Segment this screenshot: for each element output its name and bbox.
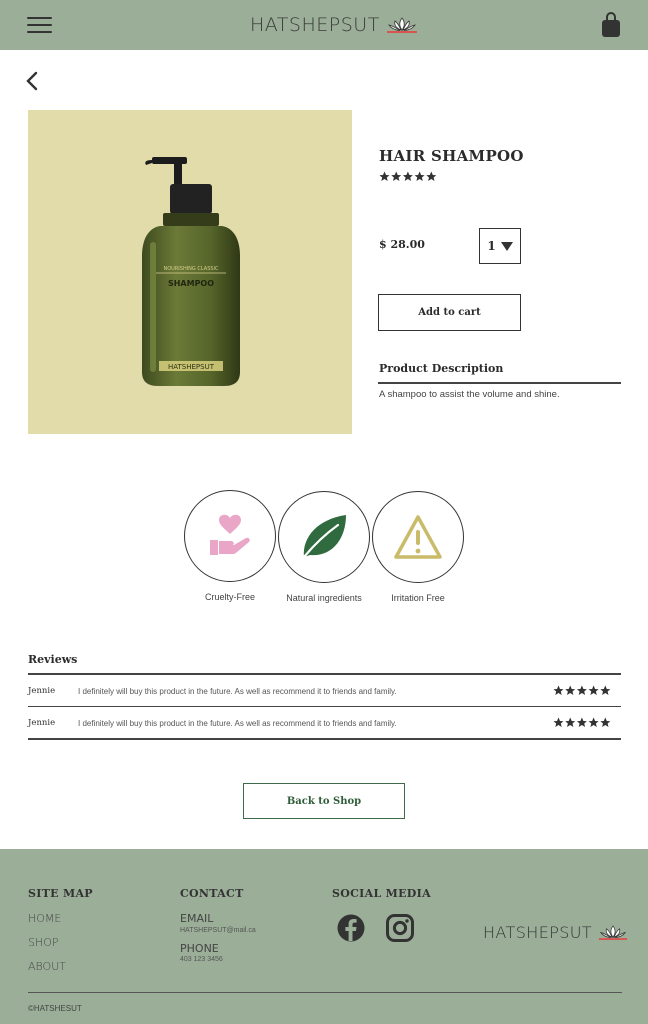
review-text: I definitely will buy this product in th… (78, 718, 397, 728)
review-author: Jennie (28, 718, 56, 728)
product-image: NOURISHING CLASSIC SHAMPOO HATSHEPSUT (28, 110, 352, 434)
star-rating-icon (379, 171, 437, 181)
footer-divider (28, 992, 622, 993)
reviews-title: Reviews (28, 653, 78, 666)
back-arrow-icon[interactable] (24, 70, 42, 92)
quantity-select[interactable]: 1 (479, 228, 521, 264)
bottle-small-text: NOURISHING CLASSIC (163, 266, 219, 272)
review-row: Jennie I definitely will buy this produc… (28, 707, 621, 739)
footer-brand-logo[interactable]: HATSHEPSUT (483, 923, 628, 942)
leaf-icon (302, 515, 346, 559)
product-title: HAIR SHAMPOO (379, 147, 524, 165)
feature-label: Irritation Free (391, 593, 445, 603)
social-media-title: SOCIAL MEDIA (332, 887, 431, 900)
feature-natural-ingredients: Natural ingredients (277, 491, 371, 603)
dropdown-triangle-icon (500, 241, 513, 251)
feature-label: Cruelty-Free (204, 592, 255, 602)
copyright-text: ©HATSHESUT (28, 1004, 82, 1013)
bottle-label-text: SHAMPOO (168, 279, 214, 288)
review-star-rating-icon (553, 717, 611, 727)
lotus-logo-icon (599, 925, 628, 940)
email-value[interactable]: HATSHEPSUT@mail.ca (180, 927, 256, 934)
site-header: HATSHEPSUT (0, 0, 648, 50)
shopping-bag-icon[interactable] (601, 12, 621, 38)
footer-link-home[interactable]: HOME (28, 912, 61, 925)
description-text: A shampoo to assist the volume and shine… (379, 389, 560, 400)
hamburger-menu-icon[interactable] (27, 15, 52, 35)
warning-icon (394, 515, 442, 559)
phone-label: PHONE (180, 942, 219, 955)
brand-logo[interactable]: HATSHEPSUT (250, 13, 418, 37)
review-star-rating-icon (553, 685, 611, 695)
lotus-logo-icon (386, 17, 417, 33)
heart-hand-icon (210, 514, 250, 555)
back-to-shop-button[interactable]: Back to Shop (243, 783, 405, 819)
footer-link-about[interactable]: ABOUT (28, 960, 66, 973)
footer-brand-name: HATSHEPSUT (483, 923, 593, 942)
product-rating (379, 171, 437, 182)
description-divider (378, 382, 621, 384)
feature-label: Natural ingredients (286, 593, 362, 603)
feature-irritation-free: Irritation Free (371, 491, 465, 603)
description-title: Product Description (379, 362, 504, 375)
sitemap-title: SITE MAP (28, 887, 93, 900)
footer-link-shop[interactable]: SHOP (28, 936, 59, 949)
review-text: I definitely will buy this product in th… (78, 686, 397, 696)
contact-title: CONTACT (180, 887, 244, 900)
instagram-icon[interactable] (386, 914, 414, 942)
review-row: Jennie I definitely will buy this produc… (28, 675, 621, 707)
facebook-icon[interactable] (337, 914, 365, 942)
email-label: EMAIL (180, 912, 214, 925)
add-to-cart-button[interactable]: Add to cart (378, 294, 521, 331)
bottle-brand-text: HATSHEPSUT (168, 363, 215, 371)
product-price: $ 28.00 (379, 238, 425, 251)
reviews-bottom-divider (28, 738, 621, 740)
quantity-value: 1 (487, 239, 496, 253)
brand-name: HATSHEPSUT (250, 14, 380, 36)
phone-value[interactable]: 403 123 3456 (180, 956, 223, 963)
review-author: Jennie (28, 686, 56, 696)
shampoo-bottle-illustration: NOURISHING CLASSIC SHAMPOO HATSHEPSUT (142, 157, 240, 386)
site-footer: SITE MAP HOME SHOP ABOUT CONTACT EMAIL H… (0, 849, 648, 1024)
feature-cruelty-free: Cruelty-Free (183, 490, 277, 602)
